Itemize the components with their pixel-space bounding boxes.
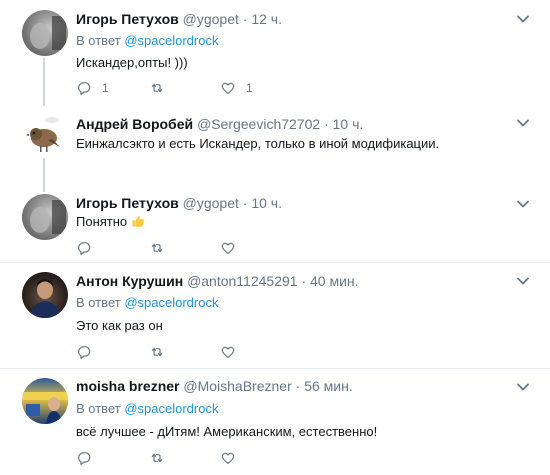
author-name[interactable]: Андрей Воробей (76, 116, 193, 132)
mention-link[interactable]: @spacelordrock (124, 295, 218, 310)
like-button[interactable] (220, 344, 236, 360)
avatar[interactable] (22, 378, 68, 424)
retweet-icon (148, 344, 166, 360)
retweet-button[interactable] (148, 240, 166, 256)
tweet[interactable]: Андрей Воробей @Sergeevich72702 · 10 ч. … (0, 104, 550, 192)
tweet-text: Понятно (76, 214, 128, 229)
chevron-down-icon[interactable] (516, 199, 530, 209)
reply-button[interactable] (76, 344, 92, 360)
separator: · (238, 195, 252, 211)
chevron-down-icon[interactable] (516, 276, 530, 286)
separator: · (320, 116, 333, 132)
separator: · (291, 378, 305, 394)
heart-icon (220, 344, 236, 360)
avatar[interactable] (22, 194, 68, 240)
separator: · (238, 11, 252, 27)
tweet-text: всё лучшее - дИтям! Американским, естест… (76, 424, 378, 439)
avatar[interactable] (22, 10, 68, 56)
like-button[interactable] (220, 240, 236, 256)
retweet-button[interactable] (148, 450, 166, 466)
author-handle[interactable]: @MoishaBrezner (183, 378, 291, 394)
tweet-text: Это как раз он (76, 318, 163, 333)
avatar[interactable] (22, 112, 68, 158)
tweet[interactable]: Антон Курушин @anton11245291 · 40 мин. В… (0, 263, 550, 367)
reply-icon (76, 80, 92, 96)
heart-icon (220, 240, 236, 256)
retweet-icon (148, 80, 166, 96)
reply-button[interactable] (76, 240, 92, 256)
mention-link[interactable]: @spacelordrock (124, 401, 218, 416)
tweet[interactable]: Игорь Петухов @ygopet · 10 ч. Понятно (0, 190, 550, 262)
retweet-button[interactable] (148, 344, 166, 360)
retweet-button[interactable] (148, 80, 166, 96)
author-handle[interactable]: @ygopet (183, 195, 239, 211)
author-handle[interactable]: @ygopet (183, 11, 239, 27)
author-handle[interactable]: @Sergeevich72702 (197, 116, 320, 132)
tweet[interactable]: moisha brezner @MoishaBrezner · 56 мин. … (0, 369, 550, 475)
timestamp[interactable]: 10 ч. (333, 116, 364, 132)
reply-prefix: В ответ (76, 401, 121, 416)
separator: · (297, 273, 311, 289)
reply-button[interactable] (76, 450, 92, 466)
chevron-down-icon[interactable] (516, 14, 530, 24)
heart-icon (220, 80, 236, 96)
timestamp[interactable]: 10 ч. (251, 195, 282, 211)
author-name[interactable]: moisha brezner (76, 378, 179, 394)
reply-icon (76, 344, 92, 360)
like-button[interactable] (220, 450, 236, 466)
tweet[interactable]: Игорь Петухов @ygopet · 12 ч. В ответ @s… (0, 0, 550, 108)
reply-prefix: В ответ (76, 33, 121, 48)
like-button[interactable]: 1 (220, 80, 253, 96)
author-name[interactable]: Игорь Петухов (76, 11, 179, 27)
timestamp[interactable]: 40 мин. (310, 273, 359, 289)
reply-icon (76, 240, 92, 256)
reply-count: 1 (102, 81, 109, 95)
chevron-down-icon[interactable] (516, 118, 530, 128)
reply-icon (76, 450, 92, 466)
chevron-down-icon[interactable] (516, 382, 530, 392)
tweet-text: Искандер,опты! ))) (76, 55, 188, 70)
reply-button[interactable]: 1 (76, 80, 109, 96)
heart-icon (220, 450, 236, 466)
avatar[interactable] (22, 272, 68, 318)
thumbs-up-icon (132, 215, 144, 227)
author-name[interactable]: Игорь Петухов (76, 195, 179, 211)
reply-prefix: В ответ (76, 295, 121, 310)
author-name[interactable]: Антон Курушин (76, 273, 183, 289)
tweet-text: Еинжалсэкто и есть Искандер, только в ин… (76, 136, 440, 151)
retweet-icon (148, 450, 166, 466)
retweet-icon (148, 240, 166, 256)
timestamp[interactable]: 56 мин. (304, 378, 353, 394)
author-handle[interactable]: @anton11245291 (187, 273, 298, 289)
like-count: 1 (246, 81, 253, 95)
mention-link[interactable]: @spacelordrock (124, 33, 218, 48)
timestamp[interactable]: 12 ч. (251, 11, 282, 27)
